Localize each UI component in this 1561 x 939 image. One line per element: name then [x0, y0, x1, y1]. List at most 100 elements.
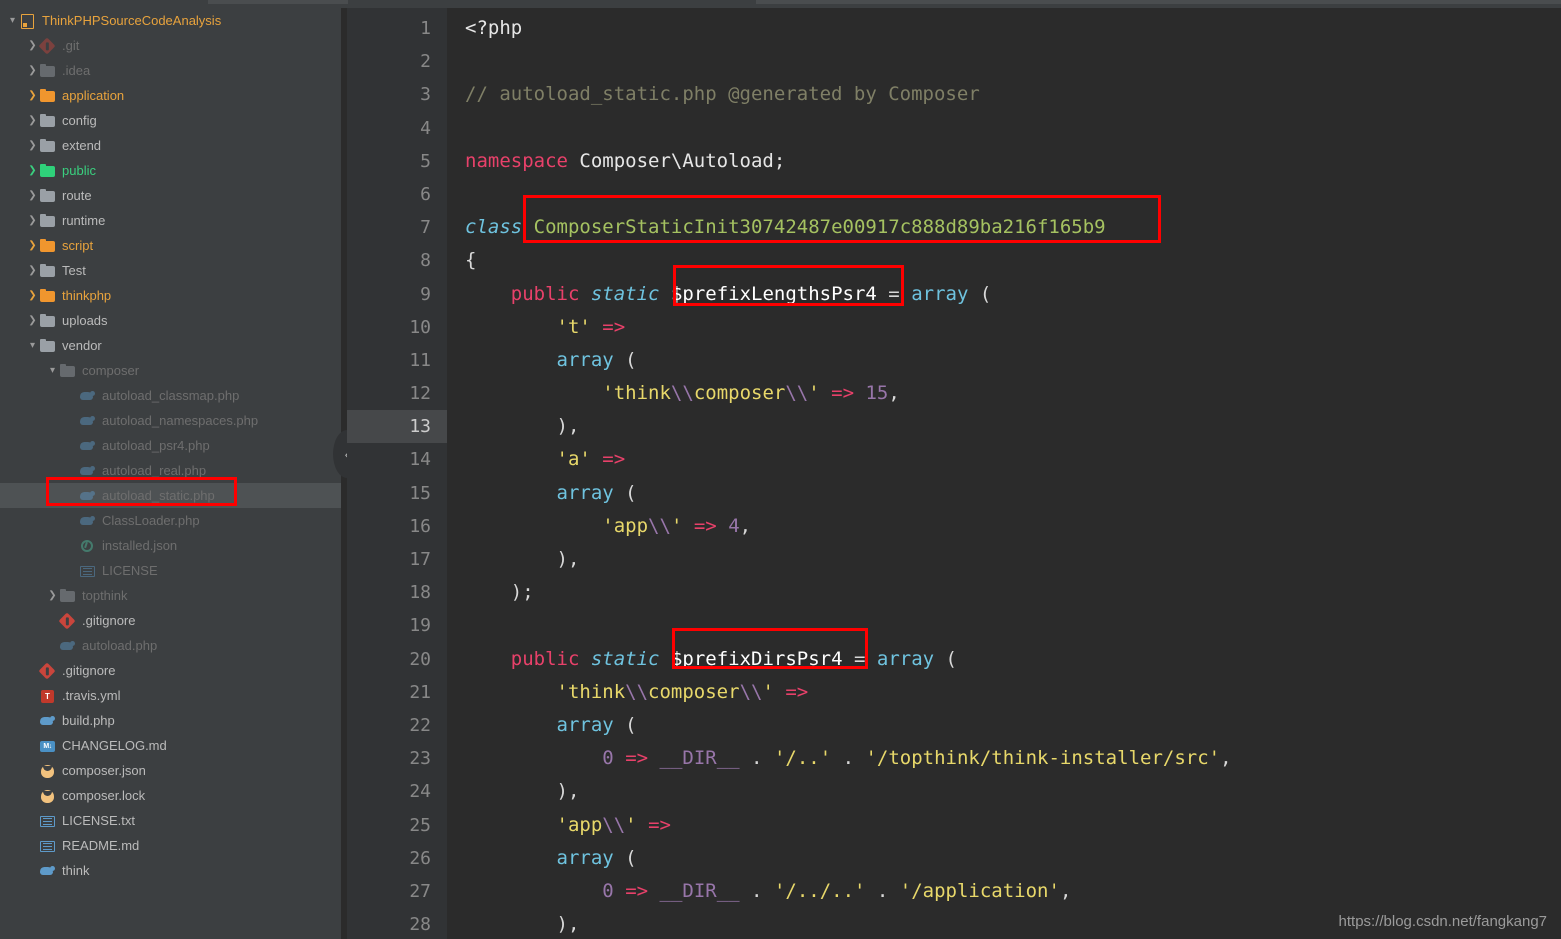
- tree-item-composer-json[interactable]: composer.json: [0, 758, 347, 783]
- code-token: ': [625, 813, 637, 836]
- tree-item-think[interactable]: think: [0, 858, 347, 883]
- code-line[interactable]: // autoload_static.php @generated by Com…: [465, 78, 1561, 111]
- line-number: 9: [420, 283, 431, 305]
- tree-arrow-right-icon[interactable]: ❯: [26, 140, 39, 151]
- tree-item-autoload-classmap-php[interactable]: autoload_classmap.php: [0, 383, 347, 408]
- code-line[interactable]: <?php: [465, 12, 1561, 45]
- tree-arrow-right-icon[interactable]: ❯: [26, 190, 39, 201]
- tree-item-readme-md[interactable]: README.md: [0, 833, 347, 858]
- tree-arrow-right-icon[interactable]: ❯: [26, 215, 39, 226]
- code-line[interactable]: 'think\\composer\\' =>: [465, 676, 1561, 709]
- tree-item-travis-yml[interactable]: T .travis.yml: [0, 683, 347, 708]
- tree-item-autoload-psr4-php[interactable]: autoload_psr4.php: [0, 433, 347, 458]
- code-editor[interactable]: 1 2 3 4 5 6 7 8 9 10 11 12 13 14 15 16 17 18 19 20 21 22 23 24 2…: [347, 0, 1561, 939]
- tree-item-autoload-real-php[interactable]: autoload_real.php: [0, 458, 347, 483]
- code-content[interactable]: <?php // autoload_static.php @generated …: [447, 8, 1561, 939]
- code-line[interactable]: array (: [465, 344, 1561, 377]
- code-line[interactable]: ),: [465, 775, 1561, 808]
- tree-item-application[interactable]: ❯ application: [0, 83, 347, 108]
- code-token: public: [510, 282, 580, 305]
- php-file-icon: [80, 415, 95, 426]
- code-line[interactable]: 0 => __DIR__ . '/..' . '/topthink/think-…: [465, 742, 1561, 775]
- tree-arrow-right-icon[interactable]: ❯: [26, 65, 39, 76]
- tree-item-composer-lock[interactable]: composer.lock: [0, 783, 347, 808]
- code-line[interactable]: [465, 609, 1561, 642]
- tree-arrow-right-icon[interactable]: ❯: [26, 115, 39, 126]
- php-file-icon: [80, 490, 95, 501]
- tree-item-config[interactable]: ❯ config: [0, 108, 347, 133]
- code-line[interactable]: ),: [465, 543, 1561, 576]
- code-token: Composer\Autoload;: [567, 149, 786, 172]
- code-line[interactable]: public static $prefixLengthsPsr4 = array…: [465, 278, 1561, 311]
- code-line[interactable]: [465, 112, 1561, 145]
- tree-item-script[interactable]: ❯ script: [0, 233, 347, 258]
- code-line[interactable]: namespace Composer\Autoload;: [465, 145, 1561, 178]
- tree-arrow-down-icon[interactable]: ▾: [46, 365, 59, 376]
- tree-item-license-txt[interactable]: LICENSE.txt: [0, 808, 347, 833]
- tree-item-changelog-md[interactable]: M↓ CHANGELOG.md: [0, 733, 347, 758]
- code-line[interactable]: );: [465, 576, 1561, 609]
- code-token: '/topthink/think-installer/src': [865, 747, 1221, 770]
- code-line[interactable]: 'app\\' =>: [465, 809, 1561, 842]
- tree-arrow-right-icon[interactable]: ❯: [26, 265, 39, 276]
- tree-item-installed-json[interactable]: installed.json: [0, 533, 347, 558]
- tree-item-autoload-php[interactable]: autoload.php: [0, 633, 347, 658]
- tree-arrow-down-icon[interactable]: ▾: [26, 340, 39, 351]
- tree-item-public[interactable]: ❯ public: [0, 158, 347, 183]
- line-number: 12: [409, 383, 431, 405]
- tree-arrow-right-icon[interactable]: ❯: [26, 240, 39, 251]
- code-line[interactable]: array (: [465, 477, 1561, 510]
- code-line[interactable]: 0 => __DIR__ . '/../..' . '/application'…: [465, 875, 1561, 908]
- code-line[interactable]: class ComposerStaticInit30742487e00917c8…: [465, 211, 1561, 244]
- code-line[interactable]: array (: [465, 709, 1561, 742]
- code-line[interactable]: {: [465, 244, 1561, 277]
- tree-arrow-right-icon[interactable]: ❯: [26, 165, 39, 176]
- tree-arrow-right-icon[interactable]: ❯: [26, 315, 39, 326]
- tree-item-label: .gitignore: [82, 613, 136, 628]
- code-line[interactable]: ),: [465, 410, 1561, 443]
- tree-arrow-right-icon[interactable]: ❯: [26, 40, 39, 51]
- code-line[interactable]: public static $prefixDirsPsr4 = array (: [465, 643, 1561, 676]
- tree-arrow-right-icon[interactable]: ❯: [26, 90, 39, 101]
- code-token: (: [613, 846, 637, 869]
- tree-item-autoload-namespaces-php[interactable]: autoload_namespaces.php: [0, 408, 347, 433]
- tree-item-test[interactable]: ❯ Test: [0, 258, 347, 283]
- code-line[interactable]: 'app\\' => 4,: [465, 510, 1561, 543]
- code-line[interactable]: array (: [465, 842, 1561, 875]
- line-number: 3: [420, 84, 431, 106]
- tree-arrow-down-icon[interactable]: ▾: [6, 15, 19, 26]
- tree-item-thinkphp[interactable]: ❯ thinkphp: [0, 283, 347, 308]
- tree-item-classloader-php[interactable]: ClassLoader.php: [0, 508, 347, 533]
- tree-item-gitignore[interactable]: .gitignore: [0, 658, 347, 683]
- code-token: array: [556, 846, 614, 869]
- tree-arrow-right-icon[interactable]: ❯: [46, 590, 59, 601]
- tree-item-composer[interactable]: ▾ composer: [0, 358, 347, 383]
- code-line[interactable]: [465, 45, 1561, 78]
- code-line[interactable]: [465, 178, 1561, 211]
- tree-item-vendor[interactable]: ▾ vendor: [0, 333, 347, 358]
- tree-item-build-php[interactable]: build.php: [0, 708, 347, 733]
- tree-arrow-right-icon[interactable]: ❯: [26, 290, 39, 301]
- tree-item-idea[interactable]: ❯ .idea: [0, 58, 347, 83]
- tree-item-runtime[interactable]: ❯ runtime: [0, 208, 347, 233]
- project-tree-panel[interactable]: ▾ ThinkPHPSourceCodeAnalysis ❯ .git ❯ .idea ❯ a…: [0, 0, 347, 939]
- code-token: ,: [888, 382, 900, 405]
- tree-item-uploads[interactable]: ❯ uploads: [0, 308, 347, 333]
- tree-item-autoload-static-php[interactable]: autoload_static.php: [0, 483, 347, 508]
- tree-item-gitignore[interactable]: .gitignore: [0, 608, 347, 633]
- tree-item-topthink[interactable]: ❯ topthink: [0, 583, 347, 608]
- tree-item-route[interactable]: ❯ route: [0, 183, 347, 208]
- travis-file-icon: T: [41, 689, 54, 703]
- project-tree[interactable]: ▾ ThinkPHPSourceCodeAnalysis ❯ .git ❯ .idea ❯ a…: [0, 8, 347, 883]
- code-token: (: [968, 282, 992, 305]
- line-number: 25: [409, 814, 431, 836]
- code-line[interactable]: 'a' =>: [465, 443, 1561, 476]
- tree-item-thinkphpsourcecodeanalysis[interactable]: ▾ ThinkPHPSourceCodeAnalysis: [0, 8, 347, 33]
- code-line[interactable]: 't' =>: [465, 311, 1561, 344]
- tree-item-extend[interactable]: ❯ extend: [0, 133, 347, 158]
- tree-item-git[interactable]: ❯ .git: [0, 33, 347, 58]
- code-line[interactable]: 'think\\composer\\' => 15,: [465, 377, 1561, 410]
- tree-item-license[interactable]: LICENSE: [0, 558, 347, 583]
